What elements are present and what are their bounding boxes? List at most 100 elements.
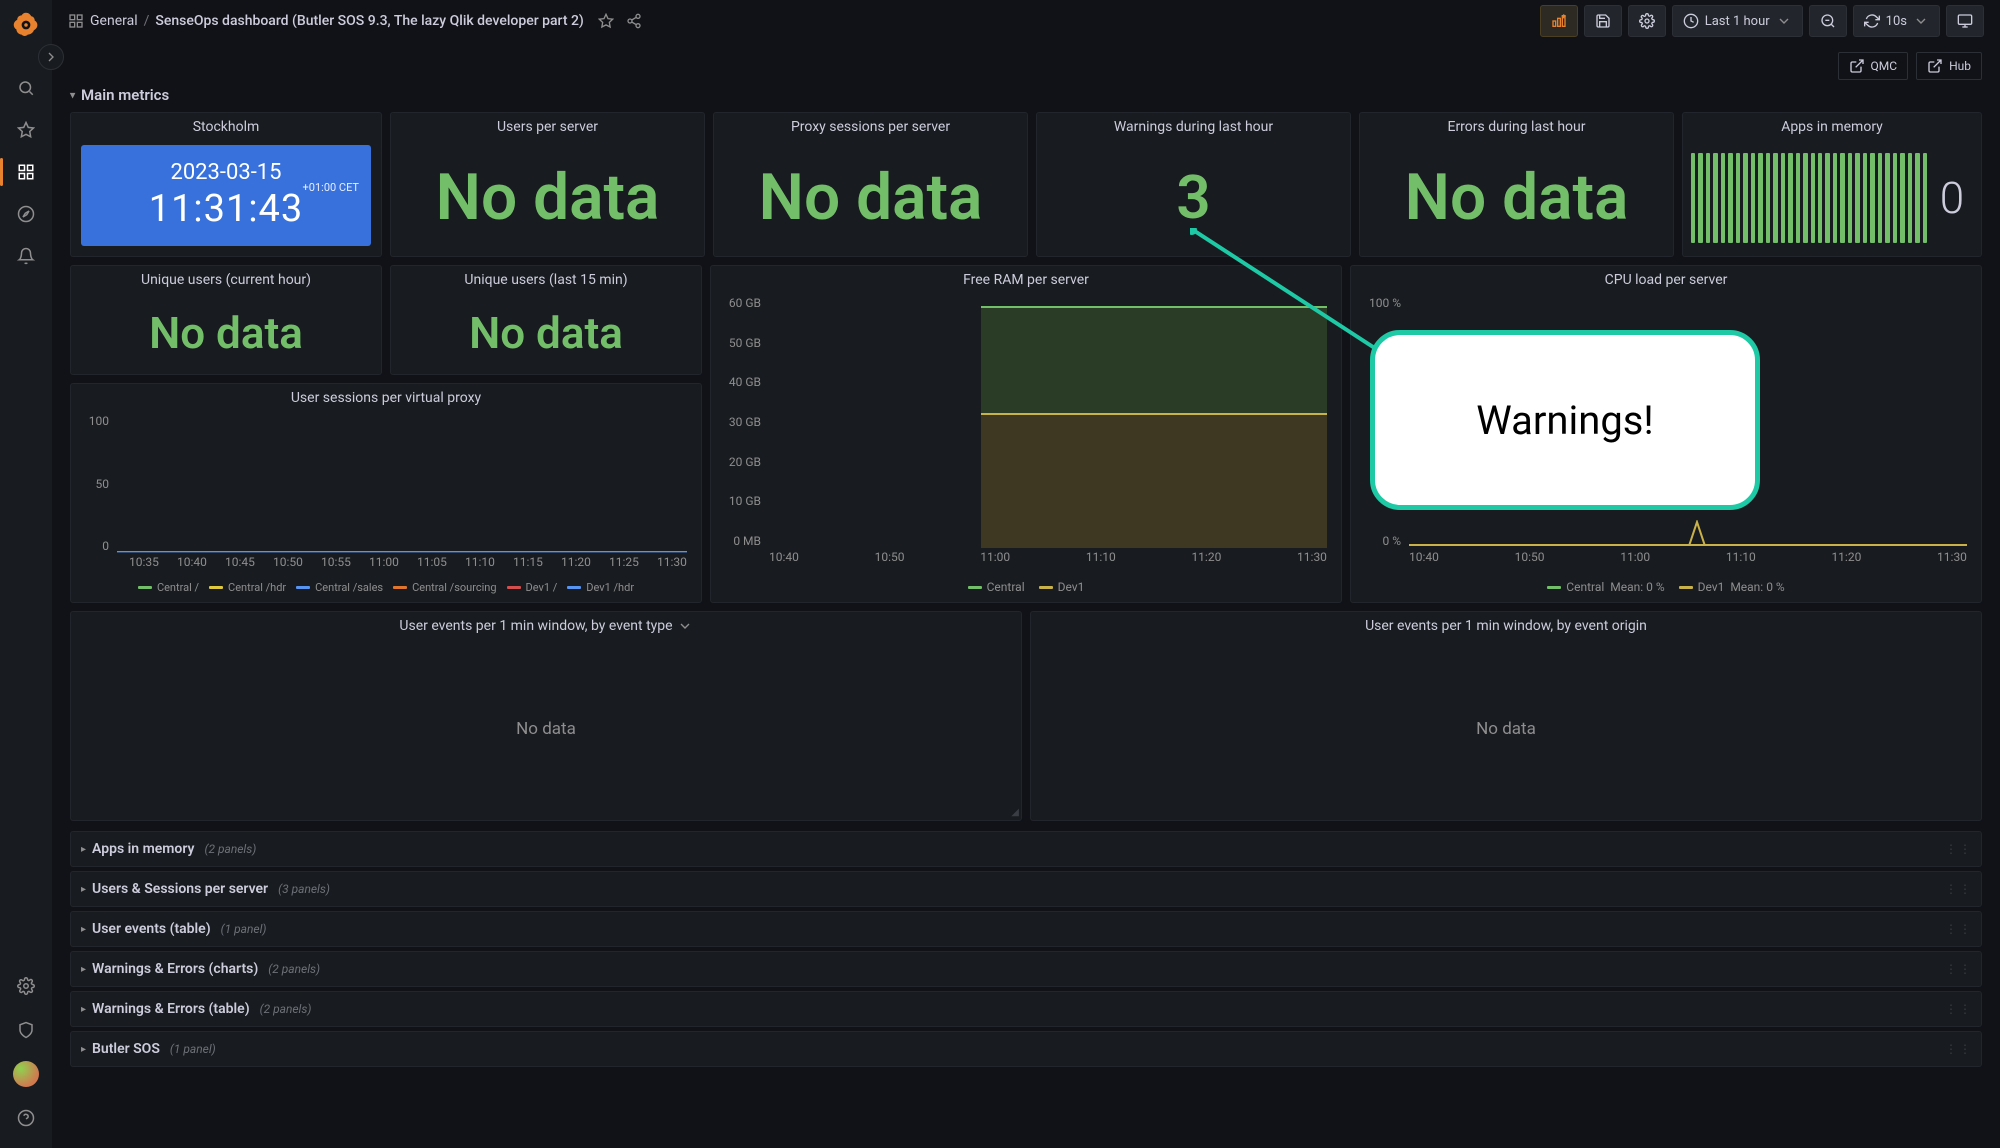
stat-value: No data: [149, 307, 303, 359]
chevron-down-icon: [1913, 13, 1929, 29]
refresh-icon: [1864, 13, 1880, 29]
panel-title: User events per 1 min window, by event o…: [1365, 618, 1647, 634]
nav-configuration[interactable]: [6, 966, 46, 1006]
bell-icon: [17, 247, 35, 265]
external-link-icon: [1927, 58, 1943, 74]
nav-dashboards[interactable]: [6, 152, 46, 192]
grafana-logo[interactable]: [9, 8, 43, 42]
panel-title: Errors during last hour: [1360, 113, 1673, 139]
collapsed-row[interactable]: ▸ User events (table) (1 panel) ⋮⋮: [70, 911, 1982, 947]
dashboard-icon: [68, 13, 84, 29]
breadcrumb-root[interactable]: General: [90, 13, 138, 29]
chevron-right-icon: ▸: [81, 1044, 86, 1055]
zoom-out-icon: [1820, 13, 1836, 29]
panel-sessions-per-proxy[interactable]: User sessions per virtual proxy 100500 1…: [70, 383, 702, 603]
share-dashboard-button[interactable]: [620, 7, 648, 35]
search-icon: [17, 79, 35, 97]
share-icon: [626, 13, 642, 29]
nav-search[interactable]: [6, 68, 46, 108]
dashboard-icon: [17, 163, 35, 181]
save-dashboard-button[interactable]: [1584, 5, 1622, 37]
row-panel-count: (3 panels): [278, 882, 330, 896]
shield-icon: [17, 1021, 35, 1039]
panel-apps-in-memory[interactable]: Apps in memory 0: [1682, 112, 1982, 257]
dashboard-settings-button[interactable]: [1628, 5, 1666, 37]
collapsed-row[interactable]: ▸ Warnings & Errors (table) (2 panels) ⋮…: [70, 991, 1982, 1027]
row-header-main-metrics[interactable]: ▸ Main metrics: [70, 86, 1982, 104]
clock-face: 2023-03-15 11:31:43 +01:00 CET: [81, 145, 371, 246]
link-hub[interactable]: Hub: [1916, 52, 1982, 80]
panel-clock[interactable]: Stockholm 2023-03-15 11:31:43 +01:00 CET: [70, 112, 382, 257]
nav-alerting[interactable]: [6, 236, 46, 276]
row-name: Butler SOS: [92, 1041, 160, 1057]
panel-title: CPU load per server: [1351, 266, 1981, 292]
drag-handle-icon[interactable]: ⋮⋮: [1945, 962, 1973, 976]
save-icon: [1595, 13, 1611, 29]
row-name: Warnings & Errors (charts): [92, 961, 258, 977]
collapsed-row[interactable]: ▸ Apps in memory (2 panels) ⋮⋮: [70, 831, 1982, 867]
external-link-icon: [1849, 58, 1865, 74]
drag-handle-icon[interactable]: ⋮⋮: [1945, 1002, 1973, 1016]
help-icon: [17, 1109, 35, 1127]
dashboard-body: QMC Hub ▸ Main metrics Stockholm 2023-03…: [52, 42, 2000, 1148]
panel-user-events-by-type[interactable]: User events per 1 min window, by event t…: [70, 611, 1022, 821]
panel-unique-users-15min[interactable]: Unique users (last 15 min) No data: [390, 265, 702, 375]
panel-title: Users per server: [391, 113, 704, 139]
panel-proxy-sessions[interactable]: Proxy sessions per server No data: [713, 112, 1028, 257]
topbar: General / SenseOps dashboard (Butler SOS…: [52, 0, 2000, 42]
x-axis: 10:4010:5011:0011:1011:2011:30: [769, 550, 1327, 568]
link-qmc[interactable]: QMC: [1838, 52, 1909, 80]
panel-title: Stockholm: [71, 113, 381, 139]
panel-user-events-by-origin[interactable]: User events per 1 min window, by event o…: [1030, 611, 1982, 821]
nav-help[interactable]: [6, 1098, 46, 1138]
panel-title: Apps in memory: [1683, 113, 1981, 139]
panel-unique-users-hour[interactable]: Unique users (current hour) No data: [70, 265, 382, 375]
breadcrumb: General / SenseOps dashboard (Butler SOS…: [68, 13, 584, 29]
add-panel-button[interactable]: [1540, 5, 1578, 37]
row-name: User events (table): [92, 921, 211, 937]
tv-mode-button[interactable]: [1946, 5, 1984, 37]
stat-value: 0: [1927, 172, 1977, 224]
panel-title: Unique users (current hour): [71, 266, 381, 292]
collapsed-row[interactable]: ▸ Users & Sessions per server (3 panels)…: [70, 871, 1982, 907]
stat-value: No data: [759, 160, 983, 235]
drag-handle-icon[interactable]: ⋮⋮: [1945, 922, 1973, 936]
x-axis: 10:4010:5011:0011:1011:2011:30: [1409, 550, 1967, 568]
panel-users-per-server[interactable]: Users per server No data: [390, 112, 705, 257]
no-data-message: No data: [1031, 638, 1981, 820]
stat-value: 3: [1176, 162, 1210, 233]
collapsed-row[interactable]: ▸ Butler SOS (1 panel) ⋮⋮: [70, 1031, 1982, 1067]
panel-title: Warnings during last hour: [1037, 113, 1350, 139]
row-panel-count: (1 panel): [170, 1042, 216, 1056]
refresh-button[interactable]: 10s: [1853, 5, 1940, 37]
resize-handle[interactable]: ◢: [1011, 807, 1019, 818]
x-axis: 10:3510:4010:4510:5010:5511:0011:0511:10…: [129, 555, 687, 573]
chevron-right-icon: ▸: [81, 884, 86, 895]
row-name: Warnings & Errors (table): [92, 1001, 250, 1017]
compass-icon: [17, 205, 35, 223]
drag-handle-icon[interactable]: ⋮⋮: [1945, 842, 1973, 856]
breadcrumb-title[interactable]: SenseOps dashboard (Butler SOS 9.3, The …: [155, 13, 583, 29]
y-axis: 100500: [81, 414, 115, 553]
chevron-right-icon: ▸: [81, 844, 86, 855]
nav-user-avatar[interactable]: [6, 1054, 46, 1094]
refresh-interval-label: 10s: [1886, 14, 1907, 29]
row-panel-count: (2 panels): [204, 842, 256, 856]
nav-starred[interactable]: [6, 110, 46, 150]
star-dashboard-button[interactable]: [592, 7, 620, 35]
row-panel-count: (1 panel): [221, 922, 267, 936]
chart-legend: Central Mean: 0 %Dev1 Mean: 0 %: [1351, 576, 1981, 602]
clock-timezone: +01:00 CET: [303, 181, 359, 194]
stat-value: No data: [436, 160, 660, 235]
collapsed-row[interactable]: ▸ Warnings & Errors (charts) (2 panels) …: [70, 951, 1982, 987]
chevron-down-icon[interactable]: [677, 618, 693, 634]
zoom-out-button[interactable]: [1809, 5, 1847, 37]
drag-handle-icon[interactable]: ⋮⋮: [1945, 1042, 1973, 1056]
nav-explore[interactable]: [6, 194, 46, 234]
row-panel-count: (2 panels): [260, 1002, 312, 1016]
sidebar-expand-button[interactable]: [38, 44, 64, 70]
drag-handle-icon[interactable]: ⋮⋮: [1945, 882, 1973, 896]
time-range-picker[interactable]: Last 1 hour: [1672, 5, 1803, 37]
nav-admin[interactable]: [6, 1010, 46, 1050]
row-panel-count: (2 panels): [268, 962, 320, 976]
